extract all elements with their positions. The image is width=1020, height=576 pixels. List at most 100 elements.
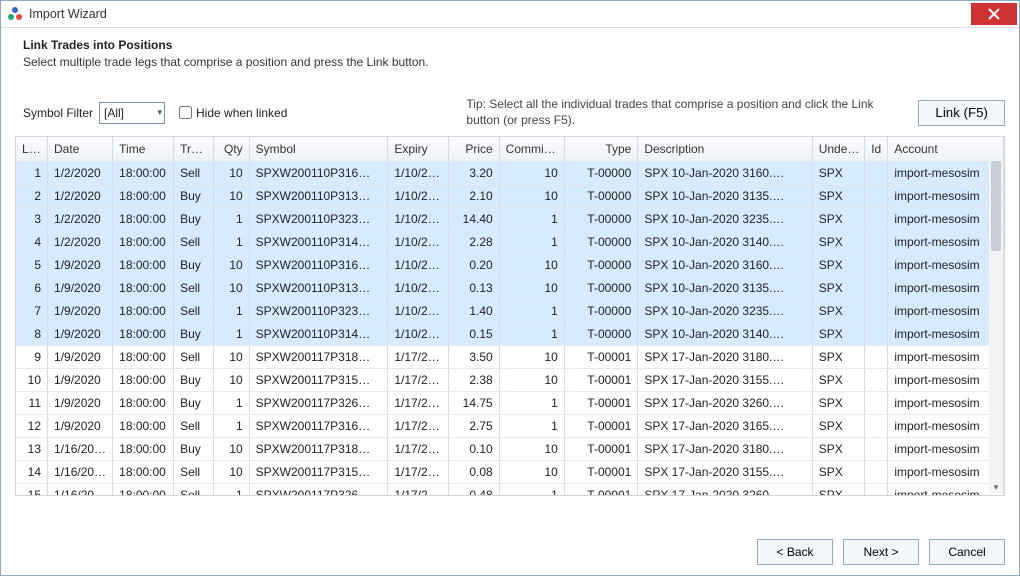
cell: 18:00:00 [113, 392, 174, 415]
col-date[interactable]: Date [48, 137, 113, 162]
cell: SPX [812, 438, 865, 461]
col-commission[interactable]: Commissi… [499, 137, 564, 162]
scrollbar-thumb[interactable] [991, 161, 1001, 251]
cell: 10 [499, 277, 564, 300]
col-qty[interactable]: Qty [213, 137, 249, 162]
col-type[interactable]: Type [564, 137, 638, 162]
cell: import-mesosim [888, 415, 1004, 438]
cell: SPXW200117P315… [249, 369, 388, 392]
cell [865, 392, 888, 415]
cell: 3.50 [449, 346, 499, 369]
table-row[interactable]: 91/9/202018:00:00Sell10SPXW200117P318…1/… [16, 346, 1004, 369]
cell: SPX 17-Jan-2020 3180.… [638, 346, 812, 369]
cell: 10 [213, 438, 249, 461]
cell: SPX 17-Jan-2020 3260.… [638, 392, 812, 415]
next-button[interactable]: Next > [843, 539, 919, 565]
cell: import-mesosim [888, 300, 1004, 323]
col-account[interactable]: Account [888, 137, 1004, 162]
cell: SPX [812, 484, 865, 497]
chevron-down-icon: ▾ [157, 107, 162, 118]
col-id[interactable]: Id [865, 137, 888, 162]
link-button[interactable]: Link (F5) [918, 100, 1005, 126]
cell: 1/2/2020 [48, 162, 113, 185]
col-underlying[interactable]: Underl… [812, 137, 865, 162]
cell: import-mesosim [888, 277, 1004, 300]
cell: SPXW200110P313… [249, 277, 388, 300]
cell: 18:00:00 [113, 254, 174, 277]
cell: T-00000 [564, 185, 638, 208]
cell: 1/9/2020 [48, 346, 113, 369]
cell: 10 [16, 369, 48, 392]
cell: T-00001 [564, 346, 638, 369]
hide-when-linked-input[interactable] [179, 106, 192, 119]
cell: 3.20 [449, 162, 499, 185]
symbol-filter-dropdown[interactable]: [All] ▾ [99, 102, 165, 124]
cell: 18:00:00 [113, 461, 174, 484]
cell: 5 [16, 254, 48, 277]
cancel-button[interactable]: Cancel [929, 539, 1005, 565]
table-row[interactable]: 61/9/202018:00:00Sell10SPXW200110P313…1/… [16, 277, 1004, 300]
cell: SPX [812, 162, 865, 185]
cell: Sell [174, 300, 214, 323]
cell: 1/10/20… [388, 231, 449, 254]
cell: SPXW200117P316… [249, 415, 388, 438]
col-description[interactable]: Description [638, 137, 812, 162]
table-row[interactable]: 141/16/20…18:00:00Sell10SPXW200117P315…1… [16, 461, 1004, 484]
table-row[interactable]: 111/9/202018:00:00Buy1SPXW200117P326…1/1… [16, 392, 1004, 415]
cell: 18:00:00 [113, 484, 174, 497]
cell: 0.48 [449, 484, 499, 497]
table-row[interactable]: 121/9/202018:00:00Sell1SPXW200117P316…1/… [16, 415, 1004, 438]
tip-text: Tip: Select all the individual trades th… [466, 97, 906, 128]
cell: Buy [174, 208, 214, 231]
cell: 1/10/20… [388, 300, 449, 323]
cell: 18:00:00 [113, 323, 174, 346]
cell: SPX 17-Jan-2020 3155.… [638, 461, 812, 484]
cell: 10 [213, 162, 249, 185]
col-price[interactable]: Price [449, 137, 499, 162]
cell: 2.10 [449, 185, 499, 208]
back-button[interactable]: < Back [757, 539, 833, 565]
close-icon [988, 8, 1000, 20]
cell: T-00000 [564, 231, 638, 254]
scroll-down-icon[interactable]: ▾ [989, 480, 1003, 494]
table-row[interactable]: 11/2/202018:00:00Sell10SPXW200110P316…1/… [16, 162, 1004, 185]
cell: T-00001 [564, 461, 638, 484]
vertical-scrollbar[interactable]: ▴ ▾ [989, 159, 1003, 494]
table-row[interactable]: 31/2/202018:00:00Buy1SPXW200110P323…1/10… [16, 208, 1004, 231]
instructions: Link Trades into Positions Select multip… [1, 28, 1019, 77]
table-row[interactable]: 131/16/20…18:00:00Buy10SPXW200117P318…1/… [16, 438, 1004, 461]
col-line[interactable]: Line [16, 137, 48, 162]
title-bar: Import Wizard [1, 1, 1019, 28]
cell [865, 277, 888, 300]
cell: 1/9/2020 [48, 415, 113, 438]
cell: 1/10/20… [388, 277, 449, 300]
cell: 11 [16, 392, 48, 415]
col-time[interactable]: Time [113, 137, 174, 162]
table-row[interactable]: 101/9/202018:00:00Buy10SPXW200117P315…1/… [16, 369, 1004, 392]
cell [865, 461, 888, 484]
cell: 1/9/2020 [48, 300, 113, 323]
table-row[interactable]: 51/9/202018:00:00Buy10SPXW200110P316…1/1… [16, 254, 1004, 277]
col-trans[interactable]: Trans [174, 137, 214, 162]
cell: 1/2/2020 [48, 185, 113, 208]
table-row[interactable]: 71/9/202018:00:00Sell1SPXW200110P323…1/1… [16, 300, 1004, 323]
cell: 1 [213, 323, 249, 346]
table-row[interactable]: 41/2/202018:00:00Sell1SPXW200110P314…1/1… [16, 231, 1004, 254]
close-button[interactable] [971, 3, 1017, 25]
cell: 1 [16, 162, 48, 185]
cell: SPX [812, 208, 865, 231]
col-expiry[interactable]: Expiry [388, 137, 449, 162]
cell: SPX [812, 277, 865, 300]
cell: 12 [16, 415, 48, 438]
col-symbol[interactable]: Symbol [249, 137, 388, 162]
cell: 1 [499, 415, 564, 438]
table-row[interactable]: 151/16/20…18:00:00Sell1SPXW200117P326…1/… [16, 484, 1004, 497]
cell: SPX [812, 300, 865, 323]
hide-when-linked-checkbox[interactable]: Hide when linked [179, 106, 287, 120]
cell [865, 208, 888, 231]
table-row[interactable]: 81/9/202018:00:00Buy1SPXW200110P314…1/10… [16, 323, 1004, 346]
cell: Buy [174, 369, 214, 392]
cell: 18:00:00 [113, 208, 174, 231]
cell: 1/9/2020 [48, 254, 113, 277]
table-row[interactable]: 21/2/202018:00:00Buy10SPXW200110P313…1/1… [16, 185, 1004, 208]
